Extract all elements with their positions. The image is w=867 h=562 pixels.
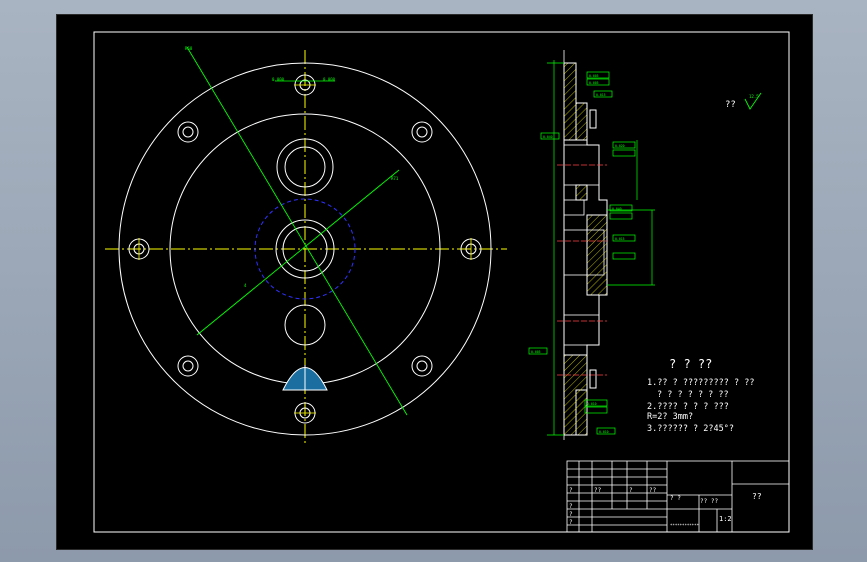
plan-dim-3: R68 <box>185 46 193 51</box>
title-row-3: ? <box>569 511 573 518</box>
title-head-2: ? <box>629 487 633 494</box>
drawing-frame <box>93 31 790 533</box>
title-scale: 1:2 <box>719 515 732 523</box>
plan-dim-1: 0.000 <box>272 77 285 82</box>
title-mid-2: ?? ?? <box>700 498 718 505</box>
roughness-symbol: ?? 12.5 <box>725 92 762 110</box>
title-head-1: ?? <box>594 487 602 494</box>
section-dim-4: 0.040 <box>543 135 553 139</box>
title-head-3: ?? <box>649 487 657 494</box>
title-row-1: ? <box>569 487 573 494</box>
plan-dim-4: R71 <box>391 176 399 181</box>
hatch-4 <box>563 354 588 436</box>
section-dim-2: 0.005 <box>589 81 599 85</box>
note-line-2: ? ? ? ? ? ? ?? <box>657 390 729 400</box>
title-row-4: ? <box>569 519 573 526</box>
note-line-5: 3.?????? ? 2?45°? <box>647 424 734 434</box>
dim-line-diag2 <box>196 169 400 336</box>
note-line-1: 1.?? ? ????????? ? ?? <box>647 378 754 388</box>
title-bottom: ************ <box>670 523 699 528</box>
cad-drawing: 0.000 0.000 R68 R71 4 0.005 0.005 0.015 … <box>93 31 790 533</box>
section-dim-3: 0.015 <box>596 93 606 97</box>
section-dim-1: 0.005 <box>589 74 599 78</box>
hatch-1 <box>563 62 577 141</box>
section-dim-9: 0.010 <box>587 402 597 406</box>
note-line-3: 2.???? ? ? ? ??? <box>647 402 729 412</box>
notes-title: ? ? ?? <box>669 357 712 371</box>
section-dim-5: 0.020 <box>615 144 625 148</box>
title-row-2: ? <box>569 503 573 510</box>
section-dim-8: 0.005 <box>531 350 541 354</box>
section-dim-10: 0.010 <box>599 430 609 434</box>
title-name: ?? <box>752 492 762 501</box>
title-mid-1: ? ? <box>670 495 681 502</box>
note-line-4: R=2? 3mm? <box>647 412 693 422</box>
plan-view: 0.000 0.000 R68 R71 4 <box>105 46 507 445</box>
section-view: 0.005 0.005 0.015 0.040 0.020 0.040 0.01… <box>528 50 655 440</box>
roughness-label: ?? <box>725 100 736 110</box>
drawing-viewport[interactable]: 0.000 0.000 R68 R71 4 0.005 0.005 0.015 … <box>56 14 813 550</box>
section-dim-7: 0.015 <box>615 237 625 241</box>
dim-line-diag1 <box>186 46 408 416</box>
technical-notes: ? ? ?? 1.?? ? ????????? ? ?? ? ? ? ? ? ?… <box>647 357 754 434</box>
plan-dim-2: 0.000 <box>323 77 336 82</box>
hatch-2 <box>575 102 588 141</box>
plan-dim-5: 4 <box>244 283 247 288</box>
roughness-value: 12.5 <box>749 94 759 99</box>
section-dim-6: 0.040 <box>612 207 622 211</box>
